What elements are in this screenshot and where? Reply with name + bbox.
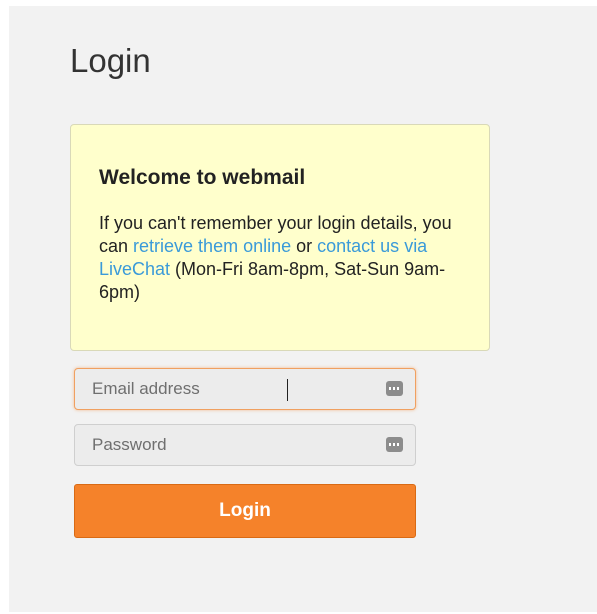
page-title: Login bbox=[70, 42, 151, 79]
notice-title: Welcome to webmail bbox=[99, 166, 306, 189]
notice-body: If you can't remember your login details… bbox=[99, 212, 463, 304]
login-button[interactable]: Login bbox=[74, 484, 416, 538]
welcome-notice: Welcome to webmail If you can't remember… bbox=[70, 124, 490, 351]
notice-text-middle: or bbox=[291, 236, 318, 256]
password-manager-key-icon[interactable] bbox=[386, 381, 403, 396]
retrieve-login-link[interactable]: retrieve them online bbox=[133, 236, 291, 256]
password-manager-key-icon[interactable] bbox=[386, 437, 403, 452]
password-field[interactable] bbox=[74, 424, 416, 466]
email-input[interactable] bbox=[75, 369, 415, 409]
text-caret bbox=[287, 379, 288, 401]
email-field[interactable] bbox=[74, 368, 416, 410]
password-input[interactable] bbox=[75, 425, 415, 465]
